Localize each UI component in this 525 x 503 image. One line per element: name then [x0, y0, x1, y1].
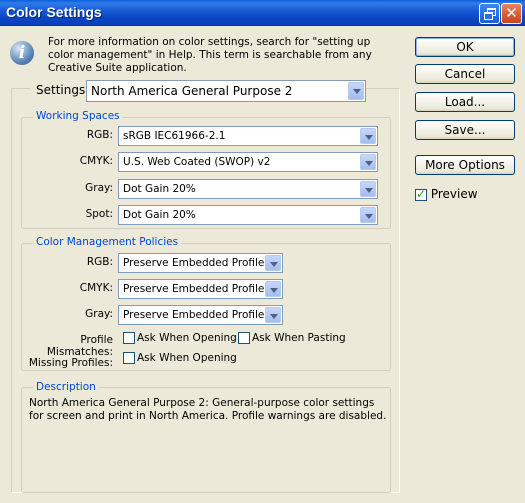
checkbox-icon[interactable]: [123, 332, 135, 344]
mismatch-ask-pasting-label: Ask When Pasting: [252, 332, 346, 344]
ws-cmyk-value: U.S. Web Coated (SWOP) v2: [123, 156, 271, 168]
save-button[interactable]: Save...: [415, 120, 515, 140]
settings-label-text: Settings:: [36, 83, 90, 97]
chevron-down-icon[interactable]: [265, 255, 281, 271]
checkbox-icon[interactable]: [123, 352, 135, 364]
policy-rgb-dropdown[interactable]: Preserve Embedded Profiles: [118, 253, 283, 273]
ws-gray-value: Dot Gain 20%: [123, 183, 196, 195]
missing-ask-opening-label: Ask When Opening: [137, 352, 237, 364]
settings-dropdown[interactable]: North America General Purpose 2: [86, 80, 366, 102]
ws-rgb-label: RGB:: [86, 129, 113, 141]
window-title: Color Settings: [6, 4, 102, 20]
info-icon: i: [10, 41, 34, 65]
ws-cmyk-label: CMYK:: [79, 155, 113, 167]
chevron-down-icon[interactable]: [360, 181, 376, 197]
settings-value: North America General Purpose 2: [91, 84, 293, 98]
profile-mismatches-label: Profile Mismatches:: [46, 334, 113, 358]
settings-label: Settings:: [30, 83, 93, 97]
mismatch-ask-pasting-checkbox[interactable]: Ask When Pasting: [238, 332, 346, 344]
color-settings-dialog: Color Settings ✕ i For more information …: [0, 0, 525, 503]
cancel-button[interactable]: Cancel: [415, 64, 515, 84]
mismatch-ask-opening-checkbox[interactable]: Ask When Opening: [123, 332, 237, 344]
description-text: North America General Purpose 2: General…: [29, 397, 387, 422]
info-text: For more information on color settings, …: [48, 36, 372, 74]
policy-cmyk-label: CMYK:: [79, 282, 113, 294]
policy-gray-value: Preserve Embedded Profiles: [123, 309, 270, 321]
chevron-down-icon[interactable]: [360, 128, 376, 144]
chevron-down-icon[interactable]: [265, 307, 281, 323]
missing-ask-opening-checkbox[interactable]: Ask When Opening: [123, 352, 237, 364]
preview-checkbox[interactable]: Preview: [415, 187, 478, 201]
close-icon: ✕: [505, 4, 518, 22]
checkbox-icon[interactable]: [238, 332, 250, 344]
policy-gray-dropdown[interactable]: Preserve Embedded Profiles: [118, 305, 283, 325]
ws-spot-value: Dot Gain 20%: [123, 209, 196, 221]
mismatch-ask-opening-label: Ask When Opening: [137, 332, 237, 344]
preview-label: Preview: [430, 187, 478, 201]
chevron-down-icon[interactable]: [348, 82, 364, 100]
policy-gray-label: Gray:: [85, 308, 113, 320]
chevron-down-icon[interactable]: [360, 207, 376, 223]
chevron-down-icon[interactable]: [360, 154, 376, 170]
policies-title: Color Management Policies: [33, 236, 182, 248]
description-title: Description: [33, 381, 99, 393]
ok-button[interactable]: OK: [415, 37, 515, 57]
load-button[interactable]: Load...: [415, 92, 515, 112]
ws-cmyk-dropdown[interactable]: U.S. Web Coated (SWOP) v2: [118, 152, 378, 172]
restore-icon-back: [484, 12, 493, 20]
policy-cmyk-value: Preserve Embedded Profiles: [123, 283, 270, 295]
close-button[interactable]: ✕: [501, 3, 522, 24]
ws-spot-label: Spot:: [85, 208, 113, 220]
policy-cmyk-dropdown[interactable]: Preserve Embedded Profiles: [118, 279, 283, 299]
policy-rgb-label: RGB:: [86, 256, 113, 268]
preview-check-icon[interactable]: [415, 187, 427, 201]
title-bar[interactable]: Color Settings ✕: [0, 0, 525, 26]
policy-rgb-value: Preserve Embedded Profiles: [123, 257, 270, 269]
ws-gray-label: Gray:: [85, 182, 113, 194]
more-options-button[interactable]: More Options: [415, 155, 515, 175]
ws-gray-dropdown[interactable]: Dot Gain 20%: [118, 179, 378, 199]
ws-rgb-value: sRGB IEC61966-2.1: [123, 130, 226, 142]
chevron-down-icon[interactable]: [265, 281, 281, 297]
restore-button[interactable]: [479, 3, 500, 24]
ws-spot-dropdown[interactable]: Dot Gain 20%: [118, 205, 378, 225]
missing-profiles-label: Missing Profiles:: [28, 357, 113, 369]
ws-rgb-dropdown[interactable]: sRGB IEC61966-2.1: [118, 126, 378, 146]
working-spaces-title: Working Spaces: [33, 110, 123, 122]
